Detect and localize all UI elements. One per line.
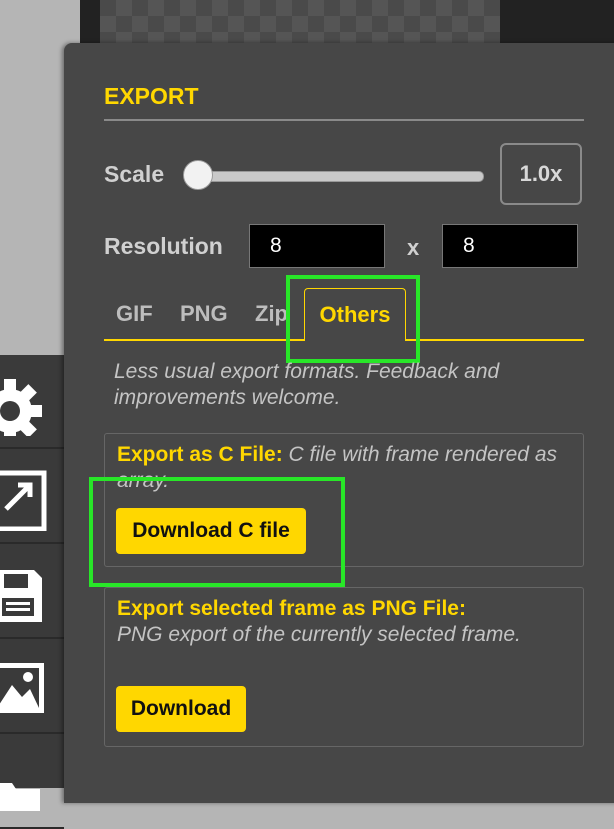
save-icon [0,556,50,626]
download-png-button[interactable]: Download [116,686,246,732]
scale-slider-knob[interactable] [183,160,213,190]
png-frame-description: PNG export of the currently selected fra… [117,623,521,646]
gear-icon [0,366,50,436]
scale-value: 1.0x [500,143,582,205]
resize-icon [0,461,50,531]
png-frame-title: Export selected frame as PNG File: [117,597,466,620]
folder-icon [0,751,50,811]
c-file-title: Export as C File: [117,443,283,466]
export-panel: EXPORT Scale 1.0x Resolution 8 x 8 GIF P… [64,43,614,803]
resolution-label: Resolution [104,233,223,259]
resolution-separator: x [407,235,420,260]
settings-button[interactable] [0,355,64,449]
tab-zip[interactable]: Zip [255,301,288,327]
image-button[interactable] [0,640,64,734]
open-button[interactable] [0,735,64,829]
tab-highlight-box [286,275,420,363]
image-icon [0,651,50,721]
others-description: Less usual export formats. Feedback and … [114,360,500,409]
panel-title: EXPORT [104,83,199,109]
save-button[interactable] [0,545,64,639]
scale-label: Scale [104,161,165,187]
tab-gif[interactable]: GIF [116,301,153,327]
scale-slider-track[interactable] [189,171,484,182]
side-toolbar [0,355,64,829]
png-frame-text: Export selected frame as PNG File: PNG e… [117,596,567,648]
download-highlight-box [89,477,345,587]
resolution-width-input[interactable]: 8 [249,224,385,268]
resolution-height-input[interactable]: 8 [442,224,578,268]
png-frame-section: Export selected frame as PNG File: PNG e… [104,587,584,747]
resize-button[interactable] [0,450,64,544]
canvas-preview [100,0,500,48]
title-divider [104,119,584,121]
tab-png[interactable]: PNG [180,301,228,327]
